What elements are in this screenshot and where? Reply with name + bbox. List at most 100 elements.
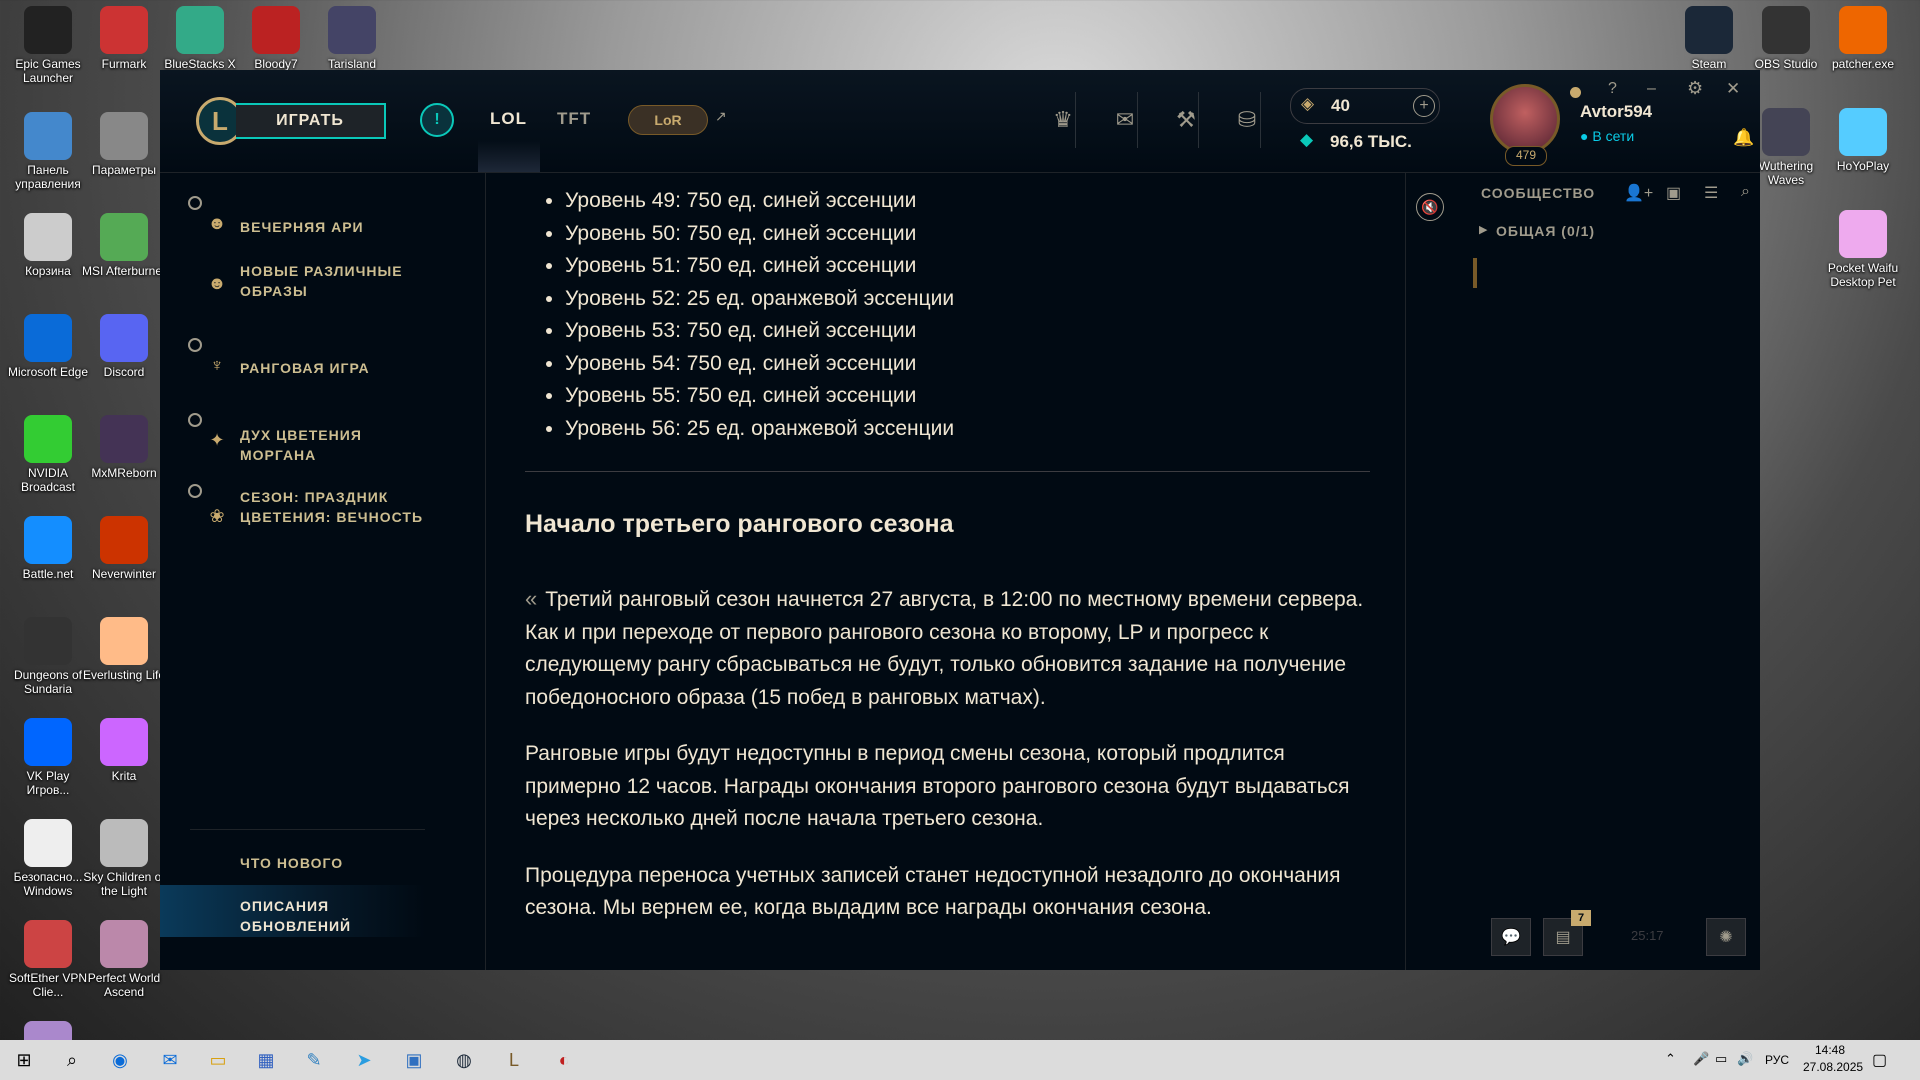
start-icon[interactable]: ⊞ [4,1044,44,1076]
mic-icon[interactable]: 🎤 [1693,1051,1709,1067]
desktop-shortcut[interactable]: Pocket Waifu Desktop Pet [1819,210,1907,289]
tab-tft[interactable]: TFT [557,109,591,129]
chat-icon[interactable]: 💬 [1491,918,1531,956]
avatar[interactable] [1490,84,1560,154]
separator [1075,92,1076,148]
news-item-evening-ahri[interactable]: ВЕЧЕРНЯЯ АРИ [240,217,430,237]
mail-icon[interactable]: ✉ [150,1044,190,1076]
minimize-icon[interactable]: – [1647,80,1656,98]
league-taskbar-icon[interactable]: L [494,1044,534,1076]
edge-icon[interactable]: ◉ [100,1044,140,1076]
desktop-shortcut-label: patcher.exe [1831,57,1895,71]
desktop-shortcut[interactable]: patcher.exe [1819,6,1907,71]
desktop-shortcut[interactable]: HoYoPlay [1819,108,1907,173]
clock-time[interactable]: 14:48 [1815,1043,1845,1057]
desktop-shortcut[interactable]: Sky Children of the Light [80,819,168,898]
desktop-shortcut[interactable]: Steam [1665,6,1753,71]
clock-date[interactable]: 27.08.2025 [1803,1060,1863,1074]
desktop-shortcut[interactable]: Epic Games Launcher [4,6,92,85]
scrollbar-thumb[interactable] [1473,258,1477,288]
mxm-icon [100,415,148,463]
desktop-shortcut[interactable]: Безопасно... Windows [4,819,92,898]
msi-afterburner-icon [100,213,148,261]
tarisland-icon [328,6,376,54]
chevron-right-icon[interactable]: ▶ [1479,223,1487,236]
riot-taskbar-icon[interactable]: ◐ [544,1044,584,1076]
news-item-ranked[interactable]: РАНГОВАЯ ИГРА [240,358,430,378]
nav-whats-new[interactable]: ЧТО НОВОГО [240,853,430,873]
loot-icon[interactable]: ⚒ [1166,100,1206,140]
level-reward-item: Уровень 55: 750 ед. синей эссенции [565,380,1375,413]
search-icon[interactable]: ⌕ [1741,183,1750,201]
file-explorer-icon[interactable]: ▭ [198,1044,238,1076]
desktop-shortcut[interactable]: Krita [80,718,168,783]
list-icon[interactable]: ☰ [1704,183,1718,203]
language-indicator[interactable]: РУС [1765,1053,1789,1067]
store-icon[interactable]: ⛁ [1227,100,1267,140]
desktop-shortcut[interactable]: Battle.net [4,516,92,581]
store-icon[interactable]: ▦ [246,1044,286,1076]
desktop-shortcut-label: VK Play Игров... [26,769,70,797]
desktop-shortcut[interactable]: NVIDIA Broadcast [4,415,92,494]
search-icon[interactable]: ⌕ [52,1044,92,1076]
news-item-season-event[interactable]: СЕЗОН: ПРАЗДНИК ЦВЕТЕНИЯ: ВЕЧНОСТЬ [240,487,430,527]
desktop-shortcut[interactable]: Панель управления [4,112,92,191]
level-reward-item: Уровень 56: 25 ед. оранжевой эссенции [565,413,1375,446]
news-item-new-skins[interactable]: НОВЫЕ РАЗЛИЧНЫЕ ОБРАЗЫ [240,261,430,301]
nav-patch-notes[interactable]: ОПИСАНИЯ ОБНОВЛЕНИЙ [240,896,430,936]
desktop-shortcut[interactable]: Discord [80,314,168,379]
desktop-shortcut[interactable]: Bloody7 [232,6,320,71]
desktop-shortcut[interactable]: MSI Afterburner [80,213,168,278]
desktop-shortcut[interactable]: Furmark [80,6,168,71]
add-friend-icon[interactable]: 👤+ [1624,183,1653,203]
help-icon[interactable]: ? [1608,80,1617,98]
softether-icon [24,920,72,968]
desktop-shortcut[interactable]: BlueStacks X [156,6,244,71]
desktop-shortcut[interactable]: MxMReborn [80,415,168,480]
trophy-icon[interactable]: ♛ [1043,100,1083,140]
desktop-shortcut[interactable]: Tarisland [308,6,396,71]
desktop-shortcut[interactable]: Everlusting Life [80,617,168,682]
notification-bell-icon[interactable]: 🔔 [1733,128,1754,148]
desktop-shortcut[interactable]: Dungeons of Sundaria [4,617,92,696]
snip-icon[interactable]: ✎ [294,1044,334,1076]
tab-lol[interactable]: LOL [490,109,527,129]
steam-taskbar-icon[interactable]: ◍ [444,1044,484,1076]
news-item-morgana[interactable]: ДУХ ЦВЕТЕНИЯ МОРГАНА [240,425,430,465]
desktop-shortcut-label: Безопасно... Windows [13,870,83,898]
desktop-shortcut[interactable]: Параметры [80,112,168,177]
desktop-shortcut-label: NVIDIA Broadcast [20,466,76,494]
settings-icon[interactable]: ⚙ [1687,78,1703,99]
desktop-shortcut[interactable]: Корзина [4,213,92,278]
desktop-shortcut[interactable]: SoftEther VPN Clie... [4,920,92,999]
close-icon[interactable]: ✕ [1726,79,1740,99]
clock-icon [188,413,202,427]
external-link-icon: ↗ [715,108,727,124]
tray-chevron-icon[interactable]: ⌃ [1665,1051,1676,1067]
separator [1137,92,1138,148]
desktop-shortcut[interactable]: VK Play Игров... [4,718,92,797]
friends-group[interactable]: ОБЩАЯ (0/1) [1496,223,1595,239]
add-rp-icon[interactable]: + [1413,95,1435,117]
desktop-shortcut-label: SoftEther VPN Clie... [8,971,88,999]
bug-report-icon[interactable]: ✺ [1706,918,1746,956]
desktop-shortcut[interactable]: Neverwinter [80,516,168,581]
alert-icon[interactable]: ! [420,103,454,137]
notifications-icon[interactable]: ▢ [1872,1050,1887,1070]
add-folder-icon[interactable]: ▣ [1666,183,1681,203]
rp-balance[interactable]: ◈ 40 + [1290,88,1440,124]
app-icon[interactable]: ▣ [394,1044,434,1076]
play-button-group[interactable]: L ИГРАТЬ [196,97,386,145]
desktop-shortcut-label: BlueStacks X [164,57,236,71]
mute-icon[interactable]: 🔇 [1416,193,1444,221]
desktop-shortcut[interactable]: OBS Studio [1742,6,1830,71]
desktop-shortcut[interactable]: Perfect World Ascend [80,920,168,999]
volume-icon[interactable]: 🔊 [1737,1051,1753,1067]
collection-icon[interactable]: ✉ [1105,100,1145,140]
lor-button[interactable]: LoR [628,105,708,135]
network-icon[interactable]: ▭ [1715,1051,1727,1067]
obs-icon [1762,6,1810,54]
play-button[interactable]: ИГРАТЬ [236,103,386,139]
telegram-icon[interactable]: ➤ [344,1044,384,1076]
desktop-shortcut[interactable]: Microsoft Edge [4,314,92,379]
